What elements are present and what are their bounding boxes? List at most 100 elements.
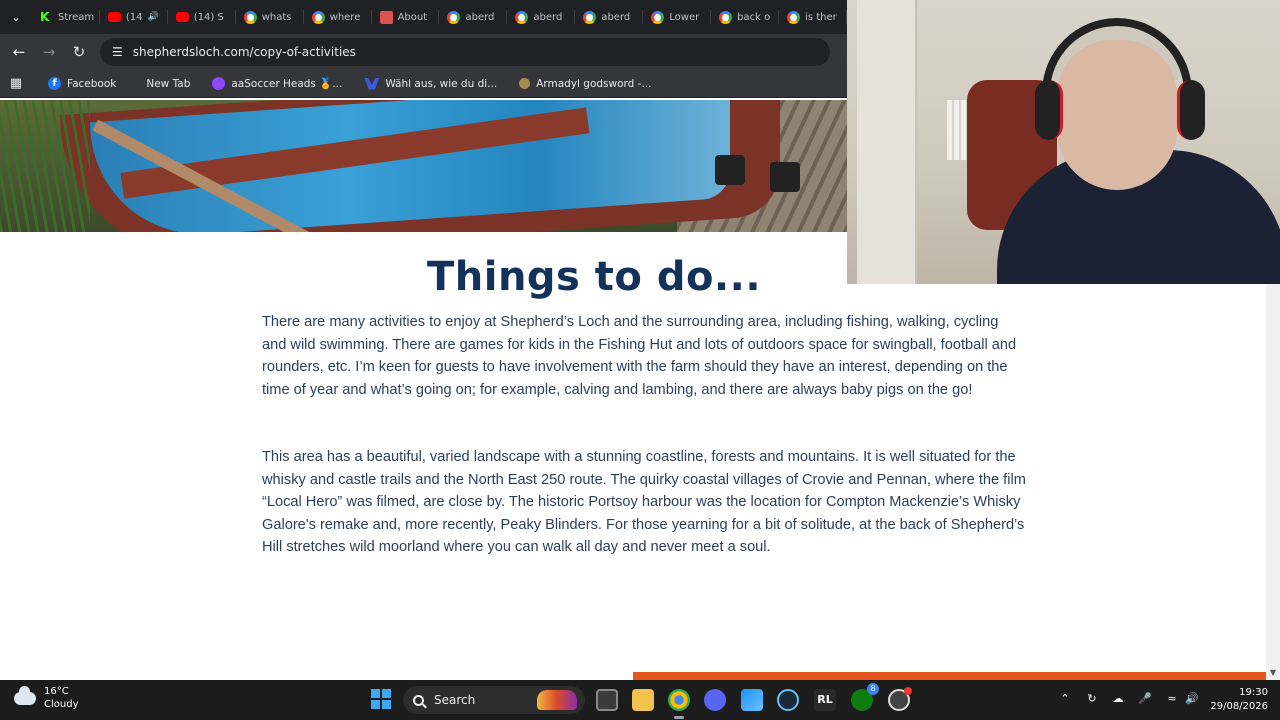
tab-2[interactable]: (14) S [168, 0, 236, 34]
tab-6[interactable]: aberd [439, 0, 508, 34]
tab-search-chevron-icon[interactable]: ⌄ [0, 0, 32, 34]
tab-strip: ⌄ K Stream (14 🔊 (14) S whats where About … [0, 0, 847, 34]
page-title: Things to do... [426, 254, 762, 300]
game-app-icon[interactable] [888, 687, 912, 711]
google-icon [243, 10, 257, 24]
tab-1[interactable]: (14 🔊 [100, 0, 168, 34]
bookmark-new-tab[interactable]: New Tab [146, 78, 190, 90]
webcam-door [857, 0, 917, 284]
cloud-icon [14, 685, 36, 705]
runescape-icon [519, 78, 531, 89]
bookmark-soccer-heads[interactable]: aaSoccer Heads 🏅... [212, 77, 342, 90]
speaker-icon[interactable]: 🔊 [148, 12, 159, 22]
headset-band [1042, 18, 1192, 98]
chevron-up-icon[interactable]: ⌃ [1058, 692, 1072, 706]
tab-label: back o [737, 11, 771, 23]
tab-label: Lower [669, 11, 700, 23]
microphone-icon[interactable]: 🎤 [1138, 692, 1152, 706]
volume-icon[interactable]: 🔊 [1185, 692, 1199, 706]
back-arrow-icon[interactable]: ← [4, 37, 34, 67]
kick-icon: K [39, 9, 50, 24]
hero-boat-image [0, 100, 847, 232]
facebook-icon: f [48, 77, 61, 90]
reload-icon[interactable]: ↻ [64, 37, 94, 67]
bookmark-label: Facebook [67, 77, 117, 90]
google-icon [311, 10, 325, 24]
bollard [770, 162, 800, 192]
webcam-overlay [847, 0, 1280, 284]
youtube-icon [175, 12, 189, 22]
bookmark-facebook[interactable]: f Facebook [48, 77, 116, 90]
search-highlight-art [537, 690, 577, 710]
weather-widget[interactable]: 16°C Cloudy [14, 685, 78, 711]
bookmark-label: aaSoccer Heads 🏅... [231, 78, 343, 90]
photos-icon[interactable] [741, 689, 763, 711]
tab-7[interactable]: aberd [507, 0, 576, 34]
tab-10[interactable]: back o [711, 0, 780, 34]
google-icon [583, 10, 597, 24]
steam-icon[interactable] [777, 689, 799, 711]
weather-condition: Cloudy [44, 699, 79, 710]
clock-time: 19:30 [1239, 687, 1268, 698]
onedrive-icon[interactable]: ☁ [1111, 692, 1125, 706]
chrome-icon[interactable] [668, 689, 690, 719]
tab-0[interactable]: K Stream [32, 0, 100, 34]
tab-label: where [329, 11, 361, 23]
youtube-icon [107, 12, 121, 22]
site-info-icon[interactable]: ☰ [112, 45, 123, 59]
bookmarks-bar: ▦ f Facebook New Tab aaSoccer Heads 🏅... … [0, 70, 847, 98]
bookmark-label: Armadyl godsword -... [536, 77, 652, 90]
tab-9[interactable]: Lower [643, 0, 712, 34]
tab-label: is ther [805, 11, 837, 23]
google-icon [515, 10, 529, 24]
discord-icon[interactable] [704, 689, 726, 711]
weather-text: 16°C Cloudy [44, 685, 78, 711]
tab-label: (14 [125, 11, 143, 23]
tab-5[interactable]: About [372, 0, 440, 34]
taskbar-search[interactable]: Search [403, 686, 585, 714]
activities-paragraph: There are many activities to enjoy at Sh… [262, 314, 1017, 398]
taskbar: 16°C Cloudy Search RL 8 ⌃ ↻ ☁ 🎤 ≈ 🔊 19:3… [0, 680, 1280, 720]
tab-label: whats [261, 11, 292, 23]
scroll-down-icon[interactable]: ▼ [1268, 668, 1278, 678]
google-icon [787, 10, 801, 24]
reading-progress-bar [633, 672, 1266, 680]
google-icon [651, 10, 665, 24]
headset-cup-right [1177, 80, 1205, 140]
tab-label: aberd [601, 11, 631, 23]
address-bar[interactable]: ☰ shepherdsloch.com/copy-of-activities [100, 38, 830, 66]
windows-start-icon[interactable] [371, 689, 391, 709]
wm-logo-icon [364, 77, 380, 90]
tab-label: About [397, 11, 428, 23]
apps-grid-icon[interactable]: ▦ [0, 76, 32, 91]
wifi-icon[interactable]: ≈ [1165, 692, 1179, 706]
tab-label: aberd [465, 11, 495, 23]
bookmark-label: Wähl aus, wie du di... [385, 77, 498, 90]
site-icon [379, 10, 393, 24]
bookmark-label: New Tab [146, 77, 191, 90]
tab-label: Stream [57, 11, 95, 23]
search-label: Search [434, 693, 476, 707]
area-paragraph: This area has a beautiful, varied landsc… [262, 449, 1026, 555]
task-view-icon[interactable] [596, 689, 618, 711]
system-clock[interactable]: 19:30 29/08/2026 [1210, 686, 1268, 714]
bollard [715, 155, 745, 185]
sync-icon[interactable]: ↻ [1085, 692, 1099, 706]
xbox-icon[interactable]: 8 [851, 683, 879, 711]
tab-8[interactable]: aberd [575, 0, 644, 34]
page-scrollbar[interactable] [1266, 284, 1280, 680]
file-explorer-icon[interactable] [632, 689, 654, 711]
search-icon [413, 694, 424, 706]
bookmark-waehl-aus[interactable]: Wähl aus, wie du di... [364, 77, 498, 90]
tab-3[interactable]: whats [236, 0, 304, 34]
notification-dot [904, 687, 912, 695]
reeds [0, 100, 90, 232]
headset-cup-left [1035, 80, 1063, 140]
tab-11[interactable]: is ther [779, 0, 847, 34]
google-icon [447, 10, 461, 24]
temperature: 16°C [44, 686, 69, 697]
rocket-league-icon[interactable]: RL [814, 689, 836, 711]
tab-4[interactable]: where [304, 0, 372, 34]
forward-arrow-icon[interactable]: → [34, 37, 64, 67]
bookmark-armadyl[interactable]: Armadyl godsword -... [519, 78, 651, 90]
